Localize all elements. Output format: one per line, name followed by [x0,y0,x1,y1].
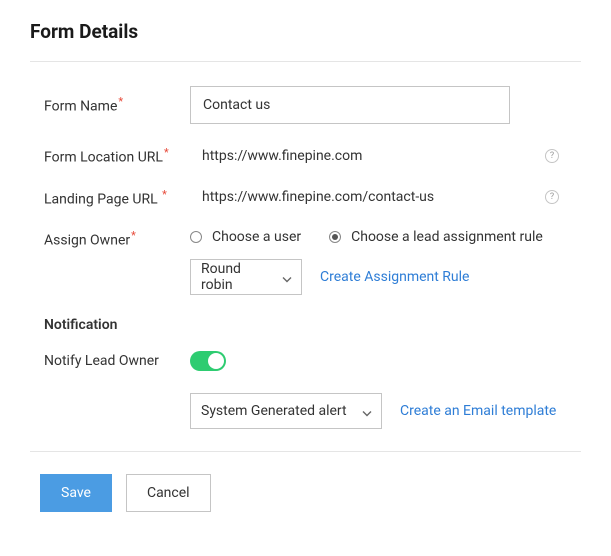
row-assign-owner: Assign Owner* Choose a user Choose a lea… [30,229,581,295]
assign-rule-subrow: Round robin Create Assignment Rule [190,259,543,295]
divider-bottom [30,451,581,452]
required-asterisk: * [118,95,123,108]
row-form-location-url: Form Location URL* https://www.finepine.… [30,146,581,166]
label-landing-page-url: Landing Page URL * [30,188,190,208]
required-asterisk: * [162,188,167,201]
select-alert-type-value: System Generated alert [201,403,347,419]
radio-choose-user-label: Choose a user [212,229,301,245]
label-form-name: Form Name* [30,95,190,115]
save-button[interactable]: Save [40,474,112,512]
required-asterisk: * [131,229,136,242]
input-form-name[interactable] [190,86,510,124]
link-create-assignment-rule[interactable]: Create Assignment Rule [320,269,469,285]
label-form-location-url: Form Location URL* [30,146,190,166]
required-asterisk: * [164,146,169,159]
label-landing-page-url-text: Landing Page URL [44,191,158,207]
row-landing-page-url: Landing Page URL * https://www.finepine.… [30,188,581,208]
radio-circle-icon [329,231,341,243]
row-form-name: Form Name* [30,86,581,124]
label-assign-owner-text: Assign Owner [44,233,130,249]
select-alert-wrapper: System Generated alert [190,393,382,429]
select-alert-type[interactable]: System Generated alert [190,393,382,429]
radio-choose-rule-label: Choose a lead assignment rule [351,229,543,245]
toggle-knob [208,353,224,369]
help-icon[interactable]: ? [545,149,559,163]
label-notify-lead-owner: Notify Lead Owner [30,353,190,369]
select-assignment-rule[interactable]: Round robin [190,259,302,295]
label-form-name-text: Form Name [44,99,117,115]
toggle-notify-lead-owner[interactable] [190,351,226,371]
row-alert-template: System Generated alert Create an Email t… [30,393,581,429]
divider-top [30,61,581,62]
radio-choose-rule[interactable]: Choose a lead assignment rule [329,229,543,245]
alert-subrow: System Generated alert Create an Email t… [190,393,556,429]
radio-circle-icon [190,231,202,243]
value-form-location-url: https://www.finepine.com [190,148,362,164]
label-assign-owner: Assign Owner* [30,229,190,249]
button-row: Save Cancel [30,474,581,512]
assign-owner-content: Choose a user Choose a lead assignment r… [190,229,543,295]
row-notify-lead-owner: Notify Lead Owner [30,351,581,371]
section-header-notification: Notification [30,317,581,333]
assign-owner-radio-group: Choose a user Choose a lead assignment r… [190,229,543,245]
link-create-email-template[interactable]: Create an Email template [400,403,556,419]
label-form-location-url-text: Form Location URL [44,150,163,166]
select-assignment-rule-value: Round robin [201,261,271,293]
cancel-button[interactable]: Cancel [126,474,211,512]
value-landing-page-url: https://www.finepine.com/contact-us [190,189,434,205]
page-title: Form Details [30,20,581,43]
help-icon[interactable]: ? [545,190,559,204]
radio-choose-user[interactable]: Choose a user [190,229,301,245]
select-assignment-rule-wrapper: Round robin [190,259,302,295]
